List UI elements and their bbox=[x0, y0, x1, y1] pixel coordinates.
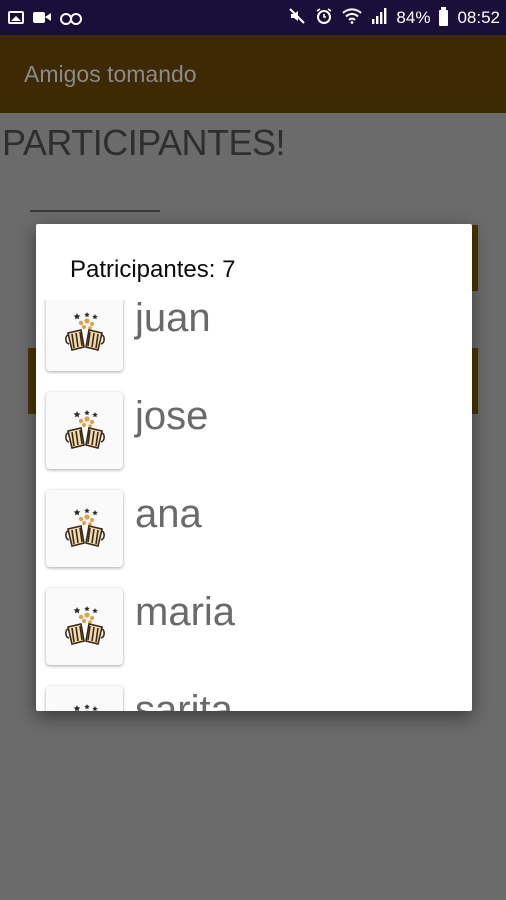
beer-mugs-icon bbox=[46, 300, 123, 371]
participant-name: jose bbox=[135, 394, 209, 438]
beer-mugs-icon bbox=[46, 588, 123, 665]
battery-icon bbox=[439, 6, 449, 26]
beer-mugs-icon bbox=[46, 490, 123, 567]
video-icon bbox=[33, 12, 51, 23]
list-item-sarita[interactable]: sarita bbox=[36, 686, 472, 711]
participant-name: maria bbox=[135, 590, 236, 634]
status-bar-left bbox=[8, 11, 82, 25]
beer-mugs-icon bbox=[46, 686, 123, 711]
participant-name: ana bbox=[135, 492, 202, 536]
mute-icon bbox=[288, 7, 306, 29]
dialog-title: Patricipantes: 7 bbox=[70, 256, 236, 283]
battery-percent: 84% bbox=[396, 7, 431, 27]
app-bar: Amigos tomando bbox=[0, 35, 506, 113]
participants-list[interactable]: juan jose ana maria sarita bbox=[36, 300, 472, 711]
page-heading: PARTICIPANTES! bbox=[2, 122, 286, 163]
signal-icon bbox=[371, 7, 387, 28]
status-bar-right: 84% 08:52 bbox=[288, 6, 500, 29]
participants-dialog: Patricipantes: 7 juan jose ana maria sar… bbox=[36, 224, 472, 711]
participant-name: juan bbox=[135, 300, 211, 340]
participant-name: sarita bbox=[135, 688, 233, 711]
list-item-jose[interactable]: jose bbox=[36, 392, 472, 490]
list-item-maria[interactable]: maria bbox=[36, 588, 472, 686]
list-item-ana[interactable]: ana bbox=[36, 490, 472, 588]
app-title: Amigos tomando bbox=[24, 60, 197, 87]
list-item-juan[interactable]: juan bbox=[36, 300, 472, 392]
wifi-icon bbox=[342, 7, 363, 28]
participant-name-input[interactable] bbox=[30, 210, 160, 212]
image-icon bbox=[8, 11, 24, 24]
status-bar: 84% 08:52 bbox=[0, 0, 506, 35]
participants-list-content: juan jose ana maria sarita bbox=[36, 300, 472, 711]
voicemail-icon bbox=[60, 12, 82, 25]
beer-mugs-icon bbox=[46, 392, 123, 469]
alarm-icon bbox=[315, 7, 333, 29]
clock: 08:52 bbox=[457, 7, 500, 27]
